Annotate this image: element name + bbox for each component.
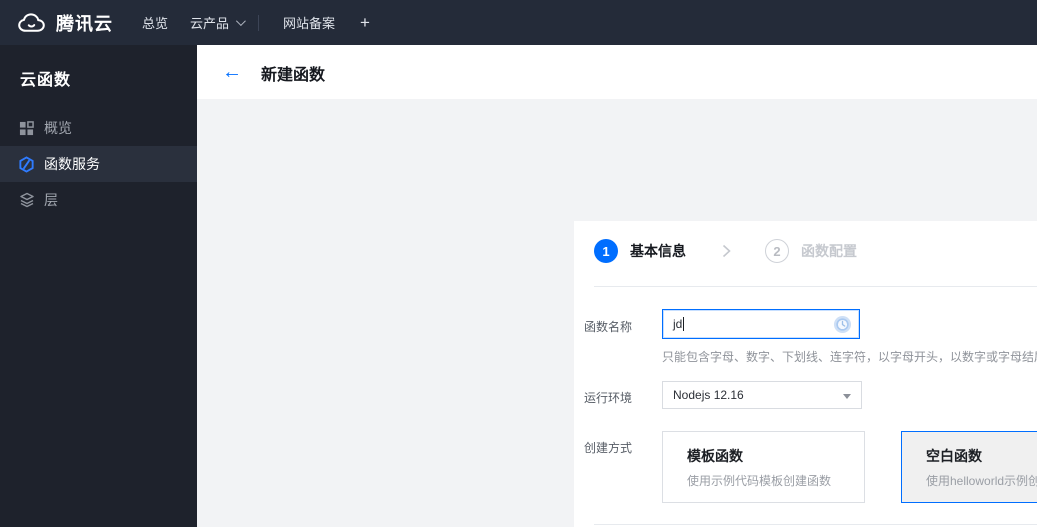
chevron-down-icon (235, 16, 246, 27)
function-name-input[interactable]: jd (662, 309, 860, 339)
layers-icon (18, 192, 35, 209)
back-button[interactable]: ← (218, 59, 246, 85)
page-header: ← 新建函数 (197, 45, 1037, 99)
nav-item-overview[interactable]: 总览 (142, 0, 168, 45)
sidebar-item-label: 函数服务 (44, 156, 100, 172)
method-card-title: 空白函数 (926, 448, 982, 464)
function-name-value: jd (673, 317, 683, 331)
page-title: 新建函数 (261, 67, 326, 84)
brand-text: 腾讯云 (56, 13, 113, 34)
function-name-label: 函数名称 (584, 320, 633, 334)
cloud-logo-icon (16, 12, 47, 34)
sidebar-item-overview[interactable]: 概览 (0, 110, 197, 146)
step-1-label: 基本信息 (630, 243, 686, 259)
add-tab-button[interactable]: + (360, 0, 370, 45)
section-divider (594, 286, 1037, 287)
grid-icon (18, 120, 35, 137)
top-navbar: 腾讯云 总览 云产品 网站备案 + (0, 0, 1037, 45)
step-indicator: 1 基本信息 2 函数配置 (594, 239, 857, 263)
method-card-desc: 使用示例代码模板创建函数 (687, 474, 832, 488)
runtime-value: Nodejs 12.16 (673, 388, 744, 402)
tencent-cloud-logo[interactable]: 腾讯云 (16, 0, 113, 45)
scf-function-icon (18, 155, 35, 173)
nav-item-cloud-products[interactable]: 云产品 (190, 0, 246, 45)
creation-method-label: 创建方式 (584, 441, 633, 455)
sidebar-title: 云函数 (20, 72, 72, 89)
step-2-circle: 2 (765, 239, 789, 263)
dropdown-caret-icon (843, 394, 851, 399)
sidebar-item-label: 概览 (44, 120, 72, 136)
nav-item-label: 总览 (142, 16, 169, 31)
nav-item-icp-filing[interactable]: 网站备案 (283, 0, 335, 45)
nav-divider (258, 15, 259, 31)
clock-icon[interactable] (833, 315, 852, 334)
runtime-label: 运行环境 (584, 391, 633, 405)
method-card-blank-function[interactable]: 空白函数 使用helloworld示例创建空白函数 (901, 431, 1037, 503)
function-name-hint: 只能包含字母、数字、下划线、连字符，以字母开头，以数字或字母结尾，2~60个字符 (662, 350, 1037, 364)
runtime-select[interactable]: Nodejs 12.16 (662, 381, 862, 409)
method-card-template-function[interactable]: 模板函数 使用示例代码模板创建函数 (662, 431, 865, 503)
new-function-panel: 1 基本信息 2 函数配置 函数名称 jd 只能包含字母、数字、下划线、连字符，… (574, 221, 1037, 527)
step-separator-icon (722, 244, 731, 258)
step-1-circle: 1 (594, 239, 618, 263)
sidebar: 云函数 概览 函数服务 层 (0, 45, 197, 527)
sidebar-menu: 概览 函数服务 层 (0, 110, 197, 218)
method-card-title: 模板函数 (687, 448, 743, 464)
sidebar-item-function-service[interactable]: 函数服务 (0, 146, 197, 182)
section-divider (594, 524, 1037, 525)
text-cursor (683, 317, 685, 331)
sidebar-item-layers[interactable]: 层 (0, 182, 197, 218)
nav-item-label: 云产品 (190, 16, 230, 31)
step-2-label: 函数配置 (801, 243, 857, 259)
nav-item-label: 网站备案 (283, 16, 336, 31)
content-area: 1 基本信息 2 函数配置 函数名称 jd 只能包含字母、数字、下划线、连字符，… (197, 99, 1037, 527)
sidebar-item-label: 层 (44, 192, 58, 208)
method-card-desc: 使用helloworld示例创建空白函数 (926, 474, 1037, 488)
app-window: 腾讯云 总览 云产品 网站备案 + 云函数 概览 函数服务 层 ← 新建函数 1… (0, 0, 1037, 527)
